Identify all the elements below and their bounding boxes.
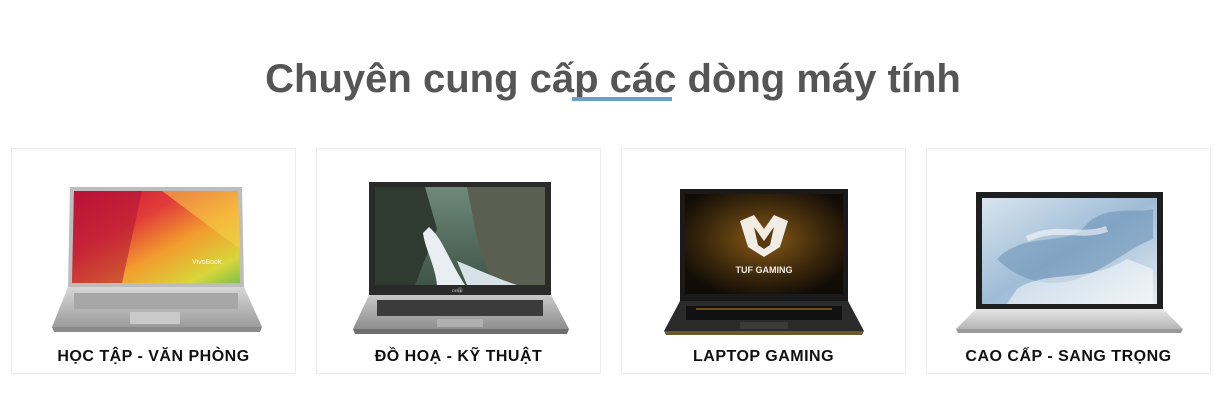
vivobook-logo: VivoBook <box>192 259 222 266</box>
category-image-dell[interactable]: DELL <box>317 169 600 339</box>
category-card-graphics[interactable]: DELL ĐỒ HOẠ - KỸ THUẬT <box>316 148 601 374</box>
category-label[interactable]: LAPTOP GAMING <box>622 347 905 367</box>
category-image-vivobook[interactable]: VivoBook <box>12 169 295 339</box>
category-label[interactable]: CAO CẤP - SANG TRỌNG <box>927 347 1210 367</box>
category-image-tuf-gaming[interactable]: TUF GAMING <box>622 169 905 339</box>
category-label[interactable]: ĐỒ HOẠ - KỸ THUẬT <box>317 347 600 367</box>
category-card-office[interactable]: VivoBook HỌC TẬP - VĂN PHÒNG <box>11 148 296 374</box>
category-image-macbook-air[interactable]: MacBook Air <box>927 169 1210 339</box>
category-label[interactable]: HỌC TẬP - VĂN PHÒNG <box>12 347 295 367</box>
dell-logo: DELL <box>452 288 463 293</box>
tuf-gaming-logo: TUF GAMING <box>736 265 793 275</box>
category-card-gaming[interactable]: TUF GAMING LAPTOP GAMING <box>621 148 906 374</box>
category-card-premium[interactable]: MacBook Air CAO CẤP - SANG TRỌNG <box>926 148 1211 374</box>
title-underline <box>572 97 672 101</box>
